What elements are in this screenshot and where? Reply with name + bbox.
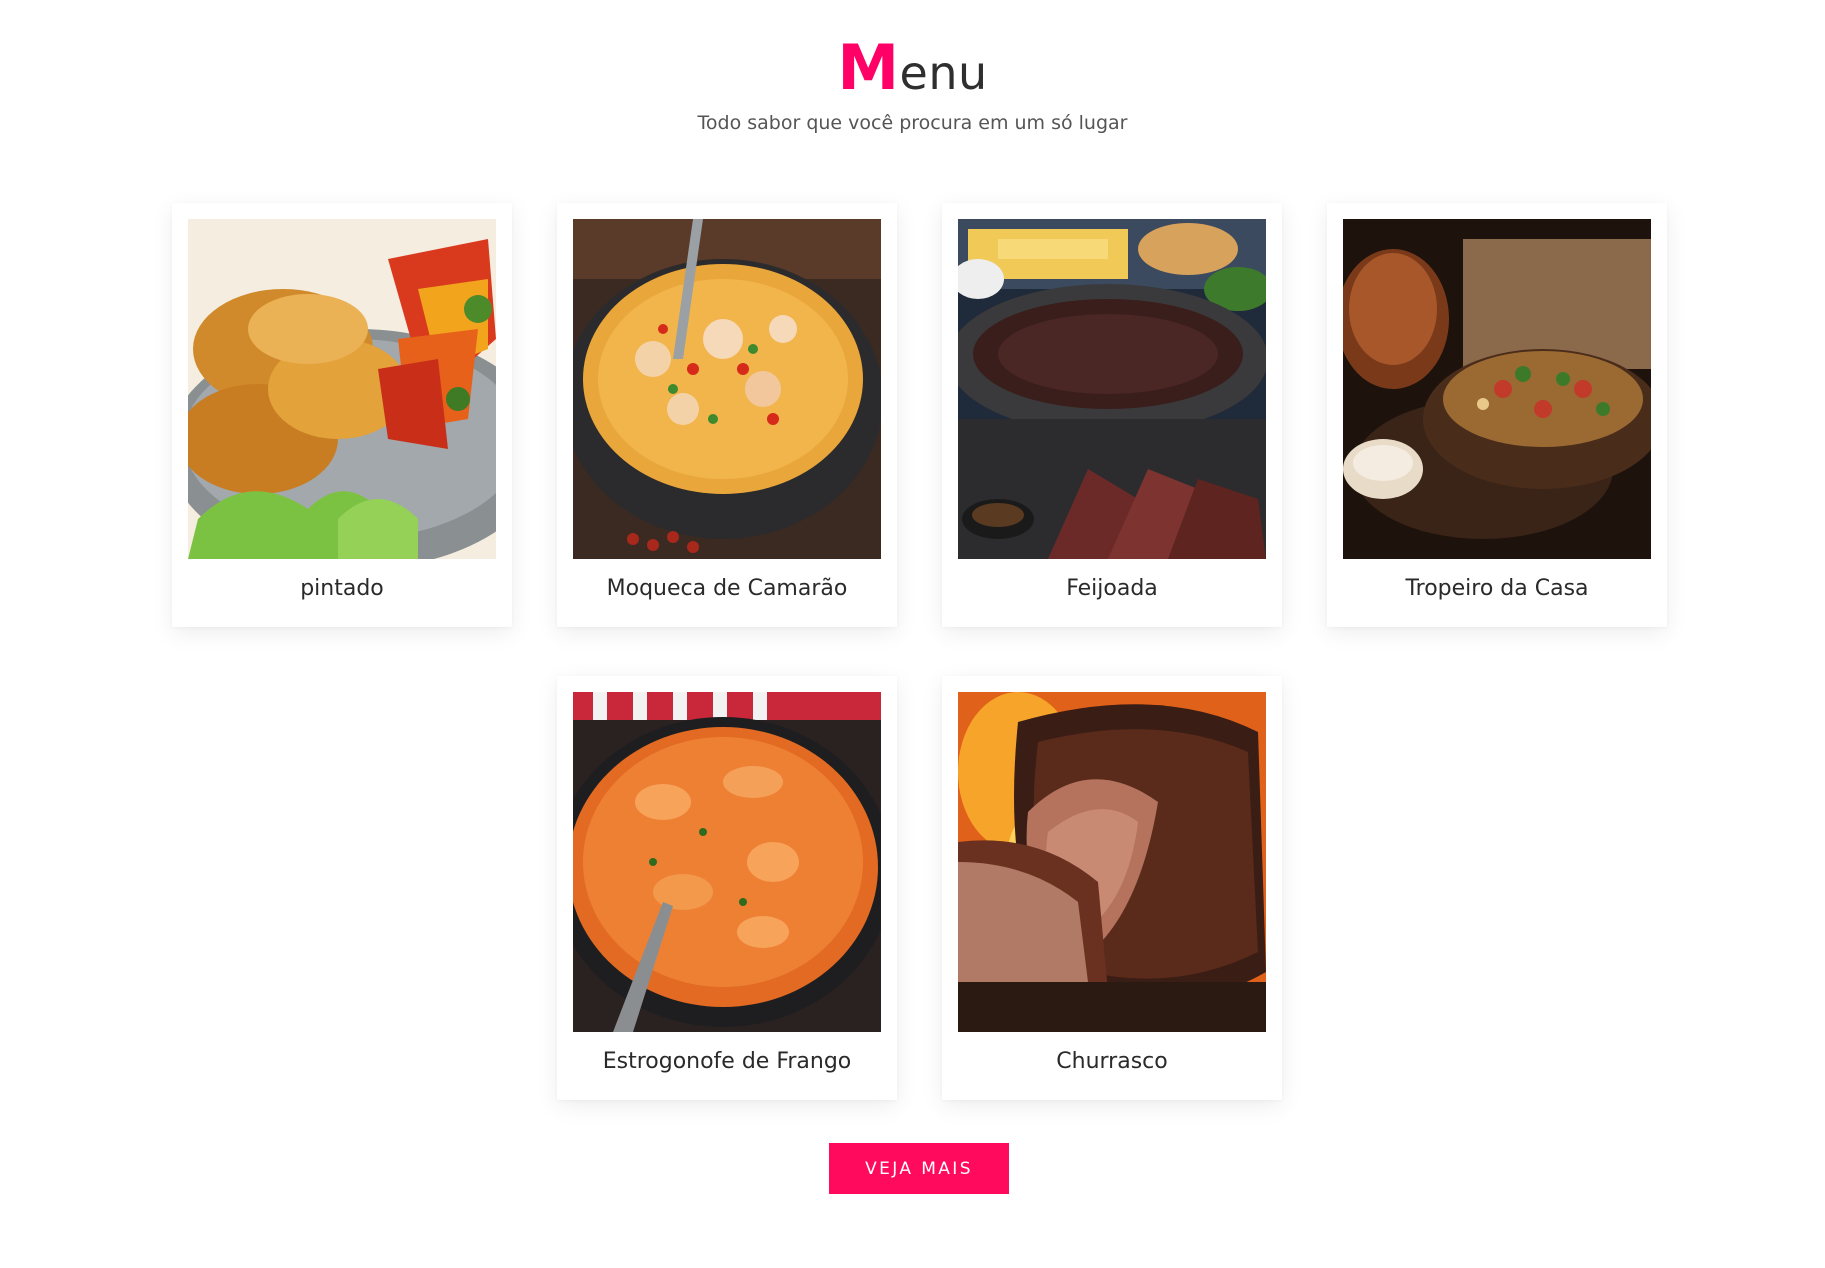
menu-item-name: pintado <box>300 576 384 601</box>
menu-item-name: Churrasco <box>1056 1049 1168 1074</box>
tropeiro-dish-photo <box>1343 219 1651 559</box>
title-rest: enu <box>899 46 988 100</box>
menu-card-tropeiro[interactable]: Tropeiro da Casa <box>1327 203 1667 627</box>
menu-card-churrasco[interactable]: Churrasco <box>942 676 1282 1100</box>
churrasco-dish-photo <box>958 692 1266 1032</box>
menu-card-feijoada[interactable]: Feijoada <box>942 203 1282 627</box>
menu-card-moqueca[interactable]: Moqueca de Camarão <box>557 203 897 627</box>
menu-card-estrogonofe[interactable]: Estrogonofe de Frango <box>557 676 897 1100</box>
menu-item-name: Moqueca de Camarão <box>606 576 848 601</box>
menu-header: Menu Todo sabor que você procura em um s… <box>0 36 1825 137</box>
page-title: Menu <box>0 36 1825 105</box>
menu-item-name: Tropeiro da Casa <box>1405 576 1589 601</box>
menu-item-name: Estrogonofe de Frango <box>602 1049 852 1074</box>
page-subtitle: Todo sabor que você procura em um só lug… <box>697 112 1128 134</box>
estrogonofe-dish-photo <box>573 692 881 1032</box>
veja-mais-button[interactable]: VEJA MAIS <box>829 1143 1009 1194</box>
title-first-letter: M <box>837 31 900 104</box>
pintado-dish-photo <box>188 219 496 559</box>
moqueca-dish-photo <box>573 219 881 559</box>
menu-card-pintado[interactable]: pintado <box>172 203 512 627</box>
feijoada-dish-photo <box>958 219 1266 559</box>
menu-item-name: Feijoada <box>1066 576 1158 601</box>
